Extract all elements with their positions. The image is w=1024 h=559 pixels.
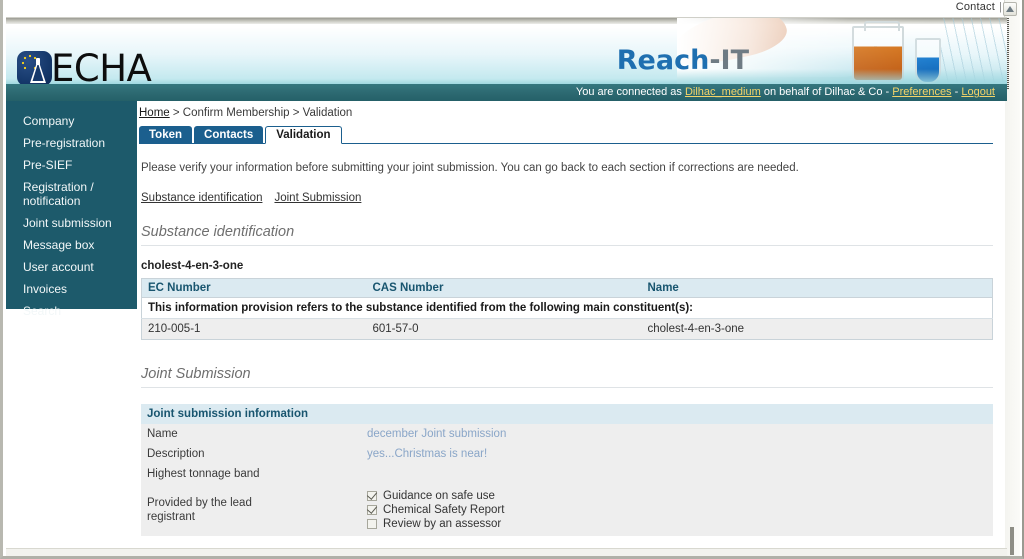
connection-status-bar: You are connected as Dilhac_medium on be… [6,84,1007,101]
logout-link[interactable]: Logout [961,86,995,98]
scrollbar-thumb[interactable] [1010,527,1014,555]
field-label-description: Description [141,444,361,464]
table-row: Description yes...Christmas is near! [141,444,993,464]
sidebar-item-joint-submission[interactable]: Joint submission [6,212,137,234]
instruction-text: Please verify your information before su… [141,162,799,174]
breadcrumb-home-link[interactable]: Home [139,107,170,119]
breadcrumb-sep-1: > [169,107,183,119]
section-anchor-links: Substance identification Joint Submission [137,174,993,204]
substance-identification-heading: Substance identification [141,224,993,246]
provided-by-checkbox-group: Guidance on safe use Chemical Safety Rep… [361,484,993,536]
username-link[interactable]: Dilhac_medium [685,86,761,98]
breadcrumb-level-2: Confirm Membership [182,107,290,119]
breadcrumb-sep-2: > [289,107,303,119]
checkbox-icon[interactable] [367,491,377,501]
checkbox-row-chemical-safety-report[interactable]: Chemical Safety Report [367,504,987,516]
sidebar-item-company[interactable]: Company [6,110,137,132]
checkbox-label: Review by an assessor [383,518,502,530]
scroll-up-arrow-icon[interactable] [1003,2,1017,16]
echa-logo[interactable]: ECHA [17,47,152,84]
window-footer-strip [6,548,1007,556]
checkbox-icon[interactable] [367,505,377,515]
sidebar-item-user-account[interactable]: User account [6,256,137,278]
info-table-header-text: Joint submission information [141,404,993,424]
table-row: Name december Joint submission [141,424,993,444]
checkbox-label: Guidance on safe use [383,490,495,502]
table-caption-text: This information provision refers to the… [141,297,993,319]
chrome-separator: | [999,1,1002,13]
table-row: 210-005-1 601-57-0 cholest-4-en-3-one [141,318,993,340]
table-row: Provided by the lead registrant Guidance… [141,484,993,536]
checkbox-row-review-by-an-assessor[interactable]: Review by an assessor [367,518,987,530]
field-label-provided-by-lead-registrant: Provided by the lead registrant [141,484,361,536]
application-window: Contact | Reach-IT ECHA You are connecte… [0,0,1024,559]
echa-eu-flask-logo-icon [17,51,52,84]
field-value-description: yes...Christmas is near! [361,444,993,464]
column-header-cas-number: CAS Number [366,278,642,298]
cell-name: cholest-4-en-3-one [641,318,993,340]
sidebar-item-message-box[interactable]: Message box [6,234,137,256]
connected-separator: - [951,86,962,98]
info-table-header-row: Joint submission information [141,404,993,424]
table-row: Highest tonnage band [141,464,993,484]
joint-submission-info-table: Joint submission information Name decemb… [141,404,993,536]
substance-name-label: cholest-4-en-3-one [141,260,244,272]
preferences-link[interactable]: Preferences [892,86,951,98]
tab-contacts[interactable]: Contacts [194,126,264,143]
site-banner: Reach-IT ECHA [6,17,1007,84]
product-name-secondary: -IT [709,45,749,76]
provided-by-label-text: Provided by the lead registrant [147,497,252,523]
column-header-name: Name [641,278,993,298]
field-label-highest-tonnage-band: Highest tonnage band [141,464,361,484]
sidebar-item-registration-notification[interactable]: Registration / notification [6,176,137,212]
browser-chrome-bar: Contact | [3,0,1022,17]
product-wordmark: Reach-IT [617,45,749,76]
checkbox-icon[interactable] [367,519,377,529]
contact-link[interactable]: Contact [956,1,995,13]
table-header-row: EC Number CAS Number Name [141,278,993,298]
sidebar-item-pre-sief[interactable]: Pre-SIEF [6,154,137,176]
joint-submission-heading: Joint Submission [141,366,993,388]
checkbox-row-guidance-on-safe-use[interactable]: Guidance on safe use [367,490,987,502]
sidebar-item-search[interactable]: Search [6,300,137,322]
cell-cas-number: 601-57-0 [366,318,642,340]
echa-logo-text: ECHA [51,47,152,84]
sidebar-item-invoices[interactable]: Invoices [6,278,137,300]
tab-validation[interactable]: Validation [265,126,342,144]
tab-token[interactable]: Token [139,126,193,143]
sidebar-item-label: Registration / notification [23,180,94,208]
field-label-name: Name [141,424,361,444]
checkbox-label: Chemical Safety Report [383,504,505,516]
connected-middle: on behalf of Dilhac & Co - [760,86,893,98]
breadcrumb-level-3: Validation [302,107,353,119]
tab-bar: Token Contacts Validation [139,124,993,144]
breadcrumb: Home > Confirm Membership > Validation [137,101,993,124]
column-header-ec-number: EC Number [141,278,367,298]
substance-constituents-table: This information provision refers to the… [141,278,993,340]
table-caption-row: This information provision refers to the… [141,297,993,319]
main-navigation-sidebar: Company Pre-registration Pre-SIEF Regist… [6,101,137,318]
field-value-name: december Joint submission [361,424,993,444]
cell-ec-number: 210-005-1 [141,318,367,340]
sidebar-item-pre-registration[interactable]: Pre-registration [6,132,137,154]
connected-prefix: You are connected as [575,86,685,98]
product-name-primary: Reach [616,45,710,76]
anchor-link-joint-submission[interactable]: Joint Submission [274,192,361,204]
main-content-area: Home > Confirm Membership > Validation T… [137,101,1005,556]
anchor-link-substance-identification[interactable]: Substance identification [141,192,262,204]
field-value-highest-tonnage-band [361,464,993,484]
